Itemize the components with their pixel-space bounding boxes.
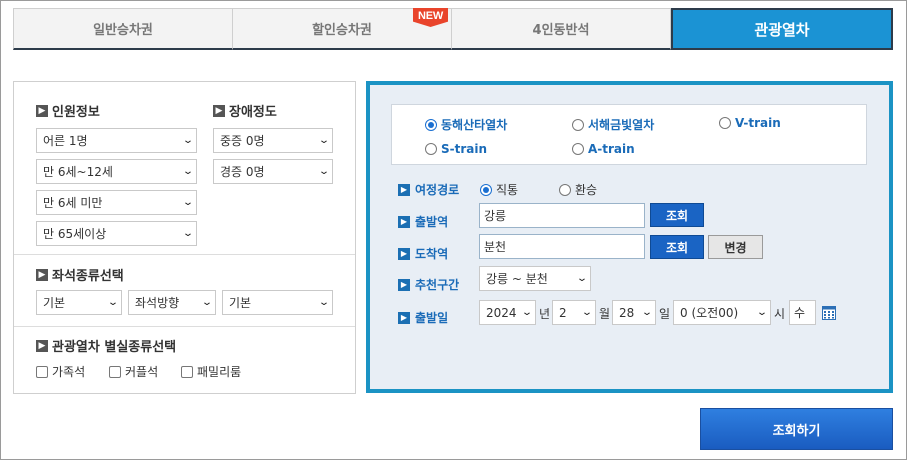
chevron-down-icon: ⌄ (182, 197, 194, 208)
seat-type-select[interactable]: 기본 ⌄ (36, 290, 122, 315)
swap-stations-button[interactable]: 변경 (708, 235, 763, 259)
calendar-icon[interactable] (822, 306, 836, 320)
departure-date-label: ▶ 출발일 (398, 309, 448, 326)
arrow-bullet-icon: ▶ (36, 268, 48, 281)
hour-select[interactable]: 0 (오전00) ⌄ (673, 300, 771, 325)
day-unit-label: 일 (659, 307, 671, 321)
chevron-down-icon: ⌄ (107, 297, 119, 308)
route-label: ▶ 여정경로 (398, 181, 459, 198)
disability-title: ▶ 장애정도 (213, 101, 277, 120)
seat-position-select[interactable]: 기본 ⌄ (222, 290, 333, 315)
arrival-lookup-button[interactable]: 조회 (650, 235, 704, 259)
hour-unit-label: 시 (774, 307, 786, 321)
recommended-section-select[interactable]: 강릉 ~ 분천 ⌄ (479, 266, 591, 291)
chevron-down-icon: ⌄ (182, 228, 194, 239)
route-radio-direct[interactable]: 직통 (480, 181, 518, 198)
chevron-down-icon: ⌄ (318, 166, 330, 177)
arrow-bullet-icon: ▶ (36, 339, 48, 352)
train-radio-s-train[interactable]: S-train (425, 142, 487, 156)
year-select[interactable]: 2024 ⌄ (479, 300, 536, 325)
severe-disability-select[interactable]: 중증 0명 ⌄ (213, 128, 333, 153)
route-radio-transfer[interactable]: 환승 (559, 181, 597, 198)
tab-general-ticket[interactable]: 일반승차권 (13, 8, 233, 50)
chevron-down-icon: ⌄ (318, 297, 330, 308)
weekday-display: 수 (789, 300, 816, 325)
tab-tourist-train[interactable]: 관광열차 (671, 8, 893, 50)
tab-label: 할인승차권 (312, 23, 372, 38)
journey-panel: 동해산타열차 서해금빛열차 V-train S-train A-train ▶ … (366, 81, 893, 393)
family-seat-checkbox[interactable]: 가족석 (36, 363, 85, 380)
child-count-select[interactable]: 만 6세~12세 ⌄ (36, 159, 197, 184)
adult-count-select[interactable]: 어른 1명 ⌄ (36, 128, 197, 153)
tab-label: 4인동반석 (532, 23, 590, 38)
arrow-bullet-icon: ▶ (398, 247, 410, 260)
tab-discount-ticket[interactable]: 할인승차권 NEW (233, 8, 452, 50)
train-radio-v-train[interactable]: V-train (719, 116, 781, 130)
tab-label: 일반승차권 (93, 23, 153, 38)
section-divider (14, 254, 355, 255)
departure-station-input[interactable]: 강릉 (479, 203, 645, 228)
chevron-down-icon: ⌄ (182, 135, 194, 146)
tab-label: 관광열차 (754, 20, 810, 39)
month-select[interactable]: 2 ⌄ (552, 300, 596, 325)
ticket-type-tabs: 일반승차권 할인승차권 NEW 4인동반석 관광열차 (13, 8, 893, 50)
arrow-bullet-icon: ▶ (398, 278, 410, 291)
recommended-section-label: ▶ 추천구간 (398, 276, 459, 293)
chevron-down-icon: ⌄ (756, 307, 768, 318)
train-radio-a-train[interactable]: A-train (572, 142, 635, 156)
passenger-options-panel: ▶ 인원정보 ▶ 장애정도 어른 1명 ⌄ 만 6세~12세 ⌄ 만 6세 미만 ⌄ … (13, 81, 356, 394)
arrow-bullet-icon: ▶ (398, 183, 410, 196)
seat-direction-select[interactable]: 좌석방향 ⌄ (128, 290, 216, 315)
chevron-down-icon: ⌄ (581, 307, 593, 318)
search-submit-button[interactable]: 조회하기 (700, 408, 893, 450)
train-radio-donghae-santa[interactable]: 동해산타열차 (425, 116, 507, 133)
chevron-down-icon: ⌄ (182, 166, 194, 177)
passenger-info-title: ▶ 인원정보 (36, 101, 100, 120)
family-room-checkbox[interactable]: 패밀리룸 (181, 363, 241, 380)
arrival-station-input[interactable]: 분천 (479, 234, 645, 259)
chevron-down-icon: ⌄ (201, 297, 213, 308)
section-divider (14, 326, 355, 327)
day-select[interactable]: 28 ⌄ (612, 300, 656, 325)
new-badge: NEW (413, 8, 449, 27)
chevron-down-icon: ⌄ (641, 307, 653, 318)
departure-label: ▶ 출발역 (398, 213, 448, 230)
arrival-label: ▶ 도착역 (398, 245, 448, 262)
chevron-down-icon: ⌄ (576, 273, 588, 284)
senior-count-select[interactable]: 만 65세이상 ⌄ (36, 221, 197, 246)
couple-seat-checkbox[interactable]: 커플석 (109, 363, 158, 380)
chevron-down-icon: ⌄ (521, 307, 533, 318)
year-unit-label: 년 (539, 307, 551, 321)
arrow-bullet-icon: ▶ (213, 104, 225, 117)
special-seat-title: ▶ 관광열차 별실종류선택 (36, 336, 176, 355)
train-selection-box: 동해산타열차 서해금빛열차 V-train S-train A-train (391, 104, 867, 165)
seat-type-title: ▶ 좌석종류선택 (36, 265, 124, 284)
mild-disability-select[interactable]: 경증 0명 ⌄ (213, 159, 333, 184)
departure-lookup-button[interactable]: 조회 (650, 203, 704, 227)
arrow-bullet-icon: ▶ (398, 311, 410, 324)
arrow-bullet-icon: ▶ (398, 215, 410, 228)
train-radio-seohae-geumbit[interactable]: 서해금빛열차 (572, 116, 654, 133)
infant-count-select[interactable]: 만 6세 미만 ⌄ (36, 190, 197, 215)
tab-four-person-seat[interactable]: 4인동반석 (452, 8, 671, 50)
chevron-down-icon: ⌄ (318, 135, 330, 146)
month-unit-label: 월 (599, 307, 611, 321)
arrow-bullet-icon: ▶ (36, 104, 48, 117)
